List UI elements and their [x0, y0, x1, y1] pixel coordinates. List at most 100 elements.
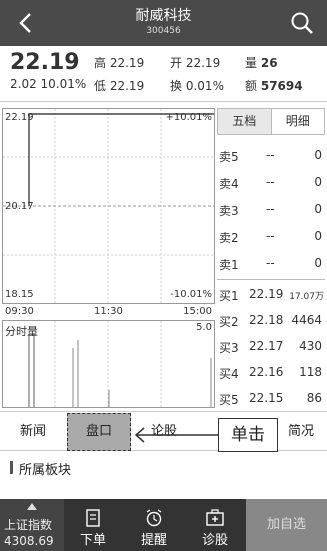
tab-details[interactable]: 明细 — [272, 109, 325, 134]
buy-price: 22.16 — [249, 365, 284, 379]
medical-kit-icon — [206, 509, 224, 526]
buy-row: 买3 22.17 430 — [217, 334, 325, 360]
volume-max-label: 5.0 — [196, 322, 212, 333]
buy-price: 22.17 — [249, 339, 284, 353]
document-icon — [86, 509, 100, 527]
index-ticker[interactable]: 上证指数 4308.69 — [0, 499, 64, 551]
turnover-label: 换 — [170, 79, 183, 93]
bottom-toolbar: 上证指数 4308.69 下单 提醒 诊股 加自选 — [0, 499, 327, 551]
stock-code: 300456 — [146, 26, 181, 36]
time-start-label: 09:30 — [5, 306, 34, 317]
sell-price: -- — [266, 256, 275, 270]
mid-price-label: 20.17 — [5, 201, 34, 212]
buy-row: 买4 22.16 118 — [217, 360, 325, 386]
amount-stat: 额 57694 — [245, 77, 303, 94]
sell-volume: 0 — [314, 256, 322, 270]
tab-pankou[interactable]: 盘口 — [67, 413, 131, 451]
alarm-clock-icon — [146, 509, 162, 527]
sell-label: 卖5 — [219, 150, 239, 164]
buy-label: 买4 — [219, 367, 239, 381]
sell-volume: 0 — [314, 229, 322, 243]
buy-label: 买2 — [219, 315, 239, 329]
buy-volume: 17.07万 — [289, 292, 324, 302]
time-end-label: 15:00 — [183, 306, 212, 317]
index-name: 上证指数 — [4, 518, 53, 532]
back-icon[interactable] — [14, 10, 40, 36]
sell-row: 卖3 -- 0 — [217, 197, 325, 223]
buy-volume: 86 — [306, 391, 322, 405]
click-callout: 单击 — [218, 418, 278, 452]
arrow-icon — [134, 427, 218, 443]
order-button[interactable]: 下单 — [64, 499, 122, 551]
buy-row: 买5 22.15 86 — [217, 386, 325, 412]
sell-row: 卖1 -- 0 — [217, 251, 325, 277]
buy-row: 买1 22.19 17.07万 — [217, 282, 325, 308]
sell-label: 卖2 — [219, 231, 239, 245]
section-title: 所属板块 — [19, 463, 72, 478]
open-value: 22.19 — [185, 56, 221, 70]
open-label: 开 — [170, 56, 183, 70]
order-book: 五档 明细 卖5 -- 0 卖4 -- 0 卖3 -- 0 卖2 -- 0 卖1… — [217, 108, 325, 408]
tab-five-levels[interactable]: 五档 — [218, 109, 272, 134]
book-divider — [217, 279, 325, 280]
low-label: 低 — [94, 79, 107, 93]
stock-title: 耐威科技 300456 — [60, 7, 267, 37]
sell-row: 卖5 -- 0 — [217, 143, 325, 169]
tab-news[interactable]: 新闻 — [4, 412, 62, 452]
amount-label: 额 — [245, 79, 258, 93]
diagnose-label: 诊股 — [201, 533, 228, 548]
alert-label: 提醒 — [140, 533, 167, 548]
turnover-value: 0.01% — [185, 79, 224, 93]
time-mid-label: 11:30 — [94, 306, 123, 317]
sell-label: 卖1 — [219, 258, 239, 272]
index-value: 4308.69 — [4, 534, 54, 548]
diagnose-button[interactable]: 诊股 — [186, 499, 244, 551]
quote-panel: 22.19 2.02 10.01% 高 22.19 开 22.19 量 26 低… — [0, 46, 327, 102]
alert-button[interactable]: 提醒 — [125, 499, 183, 551]
volume-title: 分时量 — [5, 325, 38, 338]
top-bar: 耐威科技 300456 — [0, 0, 327, 46]
volume-stat: 量 26 — [245, 54, 278, 71]
search-icon[interactable] — [289, 10, 315, 36]
add-watchlist-button[interactable]: 加自选 — [246, 499, 327, 551]
order-label: 下单 — [79, 533, 106, 548]
sell-volume: 0 — [314, 202, 322, 216]
volume-label: 量 — [245, 56, 258, 70]
low-stat: 低 22.19 — [94, 77, 144, 94]
intraday-chart[interactable]: 22.19 +10.01% 20.17 18.15 -10.01% 09:30 … — [2, 108, 215, 408]
sell-label: 卖3 — [219, 204, 239, 218]
turnover-stat: 换 0.01% — [170, 77, 224, 94]
high-value: 22.19 — [109, 56, 145, 70]
sell-price: -- — [266, 175, 275, 189]
chart-canvas — [2, 108, 215, 408]
sell-price: -- — [266, 202, 275, 216]
bottom-price-label: 18.15 — [5, 289, 34, 300]
bottom-pct-label: -10.01% — [170, 289, 212, 300]
buy-volume: 4464 — [291, 313, 322, 327]
buy-label: 买5 — [219, 393, 239, 407]
sell-row: 卖4 -- 0 — [217, 170, 325, 196]
buy-row: 买2 22.18 4464 — [217, 308, 325, 334]
order-book-tabs: 五档 明细 — [217, 108, 325, 135]
buy-price: 22.19 — [249, 287, 284, 301]
high-label: 高 — [94, 56, 107, 70]
buy-volume: 118 — [299, 365, 322, 379]
low-value: 22.19 — [109, 79, 145, 93]
buy-price: 22.15 — [249, 391, 284, 405]
price-change: 2.02 10.01% — [10, 77, 87, 91]
buy-label: 买1 — [219, 289, 239, 303]
sell-price: -- — [266, 229, 275, 243]
current-price: 22.19 — [10, 50, 80, 75]
buy-price: 22.18 — [249, 313, 284, 327]
sell-label: 卖4 — [219, 177, 239, 191]
buy-volume: 430 — [299, 339, 322, 353]
top-pct-label: +10.01% — [165, 112, 212, 123]
sector-section[interactable]: 所属板块 — [0, 456, 327, 480]
open-stat: 开 22.19 — [170, 54, 220, 71]
stock-name: 耐威科技 — [135, 8, 192, 24]
sell-volume: 0 — [314, 175, 322, 189]
amount-value: 57694 — [260, 79, 303, 93]
volume-value: 26 — [260, 56, 278, 70]
tab-overview[interactable]: 简况 — [279, 412, 323, 452]
caret-up-icon — [27, 503, 37, 510]
